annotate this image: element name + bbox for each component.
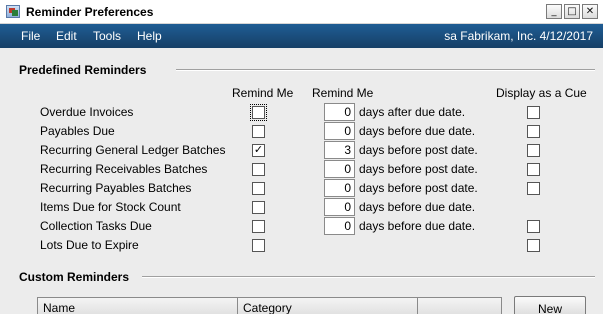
- menu-tools[interactable]: Tools: [93, 29, 121, 43]
- reminder-label-items-due-for-stock-count: Items Due for Stock Count: [40, 200, 181, 214]
- remind-me-column-header: Remind Me: [232, 86, 294, 100]
- reminder-label-recurring-payables-batches: Recurring Payables Batches: [40, 181, 192, 195]
- custom-divider: [142, 276, 595, 278]
- reminder-label-recurring-receivables-batches: Recurring Receivables Batches: [40, 162, 208, 176]
- days-field-recurring-receivables-batches[interactable]: 0: [324, 160, 355, 178]
- days-field-overdue-invoices[interactable]: 0: [324, 103, 355, 121]
- remind-me-checkbox-recurring-receivables-batches[interactable]: [252, 163, 265, 176]
- custom-reminders-grid[interactable]: Name Category: [37, 297, 502, 314]
- window-title: Reminder Preferences: [26, 5, 154, 19]
- reminder-label-collection-tasks-due: Collection Tasks Due: [40, 219, 152, 233]
- display-cue-checkbox-recurring-payables-batches[interactable]: [527, 182, 540, 195]
- remind-me-checkbox-payables-due[interactable]: [252, 125, 265, 138]
- user-company-date: sa Fabrikam, Inc. 4/12/2017: [444, 29, 593, 43]
- custom-reminders-heading: Custom Reminders: [19, 270, 130, 284]
- menu-file[interactable]: File: [21, 29, 40, 43]
- app-icon: [6, 5, 20, 18]
- grid-header-extra: [418, 298, 501, 314]
- checkmark-icon: ✓: [253, 143, 264, 156]
- days-unit-label-recurring-general-ledger-batches: days before post date.: [359, 143, 478, 157]
- days-unit-label-items-due-for-stock-count: days before due date.: [359, 200, 476, 214]
- display-as-cue-column-header: Display as a Cue: [496, 86, 587, 100]
- days-field-payables-due[interactable]: 0: [324, 122, 355, 140]
- days-unit-label-overdue-invoices: days after due date.: [359, 105, 466, 119]
- reminder-preferences-window: Reminder Preferences _ □ ✕ File Edit Too…: [0, 0, 603, 314]
- menu-edit[interactable]: Edit: [56, 29, 77, 43]
- remind-me-checkbox-recurring-general-ledger-batches[interactable]: ✓: [252, 143, 265, 157]
- display-cue-checkbox-lots-due-to-expire[interactable]: [527, 239, 540, 252]
- maximize-button[interactable]: □: [564, 4, 580, 19]
- grid-header-category[interactable]: Category: [238, 298, 418, 314]
- days-field-items-due-for-stock-count[interactable]: 0: [324, 198, 355, 216]
- remind-me-checkbox-collection-tasks-due[interactable]: [252, 220, 265, 233]
- reminder-label-lots-due-to-expire: Lots Due to Expire: [40, 238, 139, 252]
- days-unit-label-payables-due: days before due date.: [359, 124, 476, 138]
- display-cue-checkbox-recurring-general-ledger-batches[interactable]: [527, 144, 540, 157]
- days-unit-label-recurring-receivables-batches: days before post date.: [359, 162, 478, 176]
- menu-help[interactable]: Help: [137, 29, 162, 43]
- days-unit-label-collection-tasks-due: days before due date.: [359, 219, 476, 233]
- days-field-recurring-general-ledger-batches[interactable]: 3: [324, 141, 355, 159]
- reminder-label-payables-due: Payables Due: [40, 124, 115, 138]
- remind-me-days-column-header: Remind Me: [312, 86, 374, 100]
- predefined-divider: [176, 69, 595, 71]
- title-bar: Reminder Preferences _ □ ✕: [0, 0, 603, 24]
- days-field-collection-tasks-due[interactable]: 0: [324, 217, 355, 235]
- grid-header-name[interactable]: Name: [38, 298, 238, 314]
- remind-me-checkbox-lots-due-to-expire[interactable]: [252, 239, 265, 252]
- display-cue-checkbox-collection-tasks-due[interactable]: [527, 220, 540, 233]
- days-field-recurring-payables-batches[interactable]: 0: [324, 179, 355, 197]
- predefined-reminders-heading: Predefined Reminders: [19, 63, 147, 77]
- minimize-button[interactable]: _: [546, 4, 562, 19]
- new-button[interactable]: New: [514, 296, 586, 314]
- remind-me-checkbox-overdue-invoices[interactable]: [250, 104, 267, 121]
- reminder-label-recurring-general-ledger-batches: Recurring General Ledger Batches: [40, 143, 226, 157]
- menu-bar: File Edit Tools Help sa Fabrikam, Inc. 4…: [0, 24, 603, 48]
- display-cue-checkbox-recurring-receivables-batches[interactable]: [527, 163, 540, 176]
- reminder-label-overdue-invoices: Overdue Invoices: [40, 105, 134, 119]
- close-button[interactable]: ✕: [582, 4, 598, 19]
- remind-me-checkbox-recurring-payables-batches[interactable]: [252, 182, 265, 195]
- days-unit-label-recurring-payables-batches: days before post date.: [359, 181, 478, 195]
- display-cue-checkbox-overdue-invoices[interactable]: [527, 106, 540, 119]
- display-cue-checkbox-payables-due[interactable]: [527, 125, 540, 138]
- remind-me-checkbox-items-due-for-stock-count[interactable]: [252, 201, 265, 214]
